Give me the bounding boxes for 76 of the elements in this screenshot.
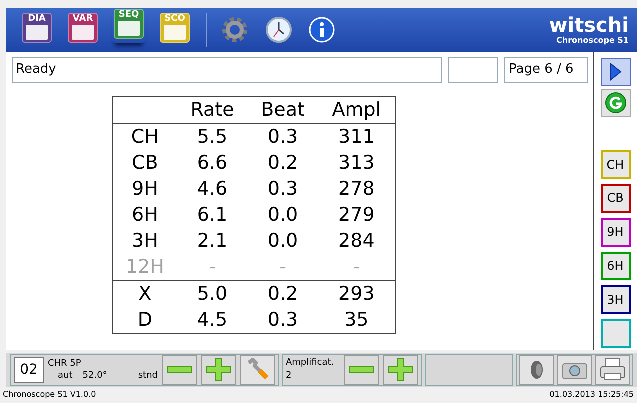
row-label: 9H [112, 176, 178, 202]
row-label: 3H [112, 228, 178, 254]
date-time: 01.03.2013 15:25:45 [550, 389, 634, 401]
plus-icon [388, 358, 414, 382]
position-button[interactable]: 9H [600, 218, 630, 247]
row-label: CH [112, 124, 178, 150]
table-cell-text: 0.2 [266, 151, 300, 176]
column-header: Ampl [318, 96, 396, 124]
printer-icon [600, 358, 626, 382]
table-cell: 284 [318, 228, 396, 254]
table-cell: 279 [318, 202, 396, 228]
table-cell: - [318, 254, 396, 280]
table-cell: 5.0 [177, 280, 248, 307]
settings-icon[interactable] [221, 16, 249, 44]
table-cell: 5.5 [177, 124, 248, 150]
table-cell: 278 [318, 176, 396, 202]
table-cell: 293 [318, 280, 396, 307]
table-cell-text: 0.0 [266, 229, 300, 254]
table-cell: - [177, 254, 248, 280]
position-button[interactable] [600, 319, 630, 348]
position-button[interactable]: CB [600, 184, 630, 213]
table-cell-text: 4.6 [196, 177, 229, 202]
position-button[interactable]: CH [600, 150, 630, 180]
table-cell: 0.2 [248, 280, 318, 307]
refresh-icon [604, 92, 626, 114]
camera-button[interactable] [557, 355, 592, 385]
table-cell: 311 [318, 124, 396, 150]
minus-button[interactable] [344, 355, 379, 385]
wrench-button[interactable] [240, 355, 275, 385]
plus-button[interactable] [383, 355, 418, 385]
table-cell-text: 2.1 [196, 229, 229, 254]
row-label: D [112, 307, 178, 334]
standard-label: stnd [138, 370, 158, 382]
brand-logo: witschi [549, 14, 629, 36]
clock-icon[interactable] [265, 16, 293, 44]
position-button[interactable]: 6H [600, 252, 630, 280]
row-label: 6H [112, 202, 178, 228]
info-icon[interactable] [309, 17, 335, 43]
speaker-button[interactable] [519, 355, 554, 385]
table-cell: 4.5 [177, 307, 248, 334]
minus-icon [166, 366, 192, 374]
refresh-button[interactable] [600, 88, 630, 117]
status-field: Ready [12, 57, 442, 83]
row-label: 12H [112, 254, 178, 280]
table-cell: 0.3 [248, 124, 318, 150]
table-cell: 35 [318, 307, 396, 334]
number-field: 02 [14, 357, 44, 383]
product-name: Chronoscope S1 [556, 36, 629, 46]
model-label: CHR 5P [48, 358, 82, 370]
amplification-value: 2 [286, 370, 293, 383]
position-button[interactable]: 3H [600, 285, 630, 314]
table-cell-text: 0.3 [266, 177, 300, 202]
table-cell-text: 6.6 [196, 151, 229, 176]
table-cell-text: 0.0 [266, 203, 300, 228]
minus-button[interactable] [162, 355, 197, 385]
row-label: CB [112, 150, 178, 176]
minus-icon [348, 366, 374, 374]
play-button[interactable] [600, 58, 630, 86]
table-cell: - [248, 254, 318, 280]
table-cell-text: 6.1 [196, 203, 229, 228]
wrench-icon [246, 358, 270, 382]
version-text: Chronoscope S1 V1.0.0 [3, 389, 96, 401]
mode-label: aut [58, 370, 73, 382]
plus-icon [206, 358, 232, 382]
play-icon [608, 62, 622, 82]
page-field: Page 6 / 6 [504, 57, 588, 83]
empty-field [448, 57, 498, 83]
row-label: X [112, 280, 178, 307]
amplification-label: Amplificat. [286, 357, 336, 370]
plus-button[interactable] [201, 355, 236, 385]
print-button[interactable] [595, 355, 630, 385]
table-cell: 313 [318, 150, 396, 176]
angle-label: 52.0° [82, 370, 108, 382]
table-cell: 0.3 [248, 307, 318, 334]
column-header: Rate [177, 96, 248, 124]
column-header: Beat [248, 96, 318, 124]
